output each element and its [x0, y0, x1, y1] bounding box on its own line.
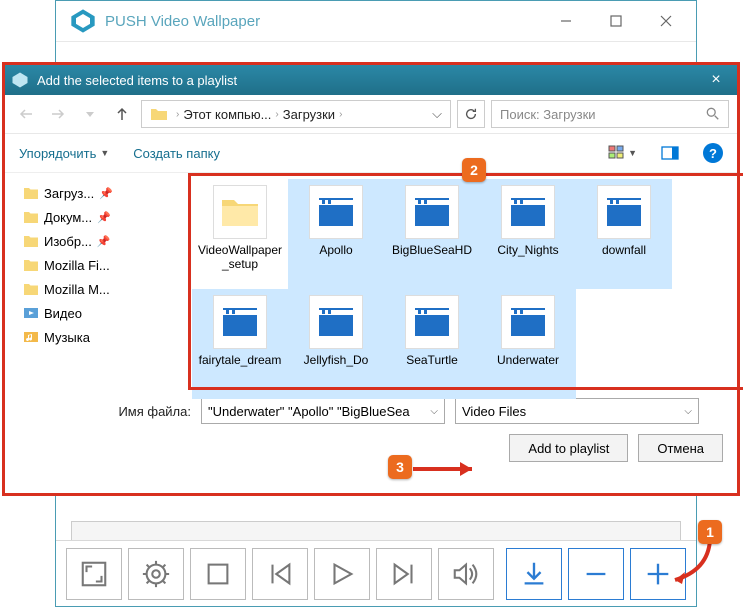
nav-item-downloads[interactable]: Загруз...📌 [23, 181, 158, 205]
pin-icon: 📌 [97, 235, 111, 248]
chevron-right-icon: › [339, 109, 342, 120]
parent-titlebar: PUSH Video Wallpaper [56, 1, 696, 42]
chevron-down-icon: ⌵ [684, 406, 692, 417]
file-type-filter[interactable]: Video Files⌵ [455, 398, 699, 424]
file-item-seaturtle[interactable]: SeaTurtle [384, 289, 480, 399]
settings-button[interactable] [128, 548, 184, 600]
refresh-button[interactable] [457, 100, 485, 128]
nav-item-mozilla-2[interactable]: Mozilla M... [23, 277, 158, 301]
search-input[interactable]: Поиск: Загрузки [491, 100, 729, 128]
cancel-button[interactable]: Отмена [638, 434, 723, 462]
dialog-titlebar: Add the selected items to a playlist × [5, 65, 737, 95]
help-button[interactable]: ? [703, 143, 723, 163]
nav-item-music[interactable]: Музыка [23, 325, 158, 349]
file-item-fairytale[interactable]: fairytale_dream [192, 289, 288, 399]
close-button[interactable] [641, 1, 691, 41]
app-logo-icon [69, 7, 97, 35]
annotation-badge-3: 3 [388, 455, 412, 479]
file-item-bigblue[interactable]: BigBlueSeaHD [384, 179, 480, 289]
annotation-badge-1: 1 [698, 520, 722, 544]
play-button[interactable] [314, 548, 370, 600]
stop-button[interactable] [190, 548, 246, 600]
fullscreen-button[interactable] [66, 548, 122, 600]
breadcrumb-item[interactable]: Загрузки [283, 107, 335, 122]
up-button[interactable] [109, 101, 135, 127]
previous-button[interactable] [252, 548, 308, 600]
chevron-down-icon[interactable]: ⌵ [432, 106, 442, 122]
dialog-content: Загруз...📌 Докум...📌 Изобр...📌 Mozilla F… [5, 173, 737, 388]
volume-button[interactable] [438, 548, 494, 600]
nav-item-mozilla-1[interactable]: Mozilla Fi... [23, 253, 158, 277]
file-item-downfall[interactable]: downfall [576, 179, 672, 289]
dialog-logo-icon [11, 71, 29, 89]
pin-icon: 📌 [97, 211, 111, 224]
chevron-right-icon: › [176, 109, 179, 120]
back-button[interactable] [13, 101, 39, 127]
file-item-city[interactable]: City_Nights [480, 179, 576, 289]
recent-button[interactable] [77, 101, 103, 127]
file-item-underwater[interactable]: Underwater [480, 289, 576, 399]
annotation-badge-2: 2 [462, 158, 486, 182]
new-folder-button[interactable]: Создать папку [133, 146, 220, 161]
dialog-footer: Имя файла: "Underwater" "Apollo" "BigBlu… [5, 388, 737, 482]
minimize-button[interactable] [541, 1, 591, 41]
maximize-button[interactable] [591, 1, 641, 41]
breadcrumb-item[interactable]: Этот компью... [183, 107, 271, 122]
file-pane[interactable]: VideoWallpaper_setup Apollo BigBlueSeaHD… [164, 173, 737, 388]
organize-button[interactable]: Упорядочить▼ [19, 146, 109, 161]
file-dialog: Add the selected items to a playlist × ›… [2, 62, 740, 496]
file-item-jellyfish[interactable]: Jellyfish_Do [288, 289, 384, 399]
nav-item-video[interactable]: Видео [23, 301, 158, 325]
toolbar-row: Упорядочить▼ Создать папку ▼ ? [5, 134, 737, 173]
add-button[interactable] [630, 548, 686, 600]
download-button[interactable] [506, 548, 562, 600]
folder-icon [150, 105, 168, 123]
filename-input[interactable]: "Underwater" "Apollo" "BigBlueSea⌵ [201, 398, 445, 424]
dialog-title: Add the selected items to a playlist [37, 73, 701, 88]
file-item-apollo[interactable]: Apollo [288, 179, 384, 289]
chevron-right-icon: › [275, 109, 278, 120]
next-button[interactable] [376, 548, 432, 600]
breadcrumb[interactable]: › Этот компью... › Загрузки › ⌵ [141, 100, 451, 128]
nav-row: › Этот компью... › Загрузки › ⌵ Поиск: З… [5, 95, 737, 134]
pin-icon: 📌 [99, 187, 113, 200]
file-item-setup[interactable]: VideoWallpaper_setup [192, 179, 288, 289]
preview-pane-button[interactable] [661, 146, 679, 160]
search-placeholder: Поиск: Загрузки [500, 107, 706, 122]
remove-button[interactable] [568, 548, 624, 600]
chevron-down-icon: ⌵ [430, 406, 438, 417]
add-to-playlist-button[interactable]: Add to playlist [509, 434, 628, 462]
search-icon [706, 107, 720, 121]
horizontal-scrollbar[interactable] [71, 521, 681, 541]
view-mode-button[interactable]: ▼ [608, 145, 637, 161]
dialog-close-button[interactable]: × [701, 71, 731, 89]
filename-label: Имя файла: [19, 404, 191, 419]
nav-item-documents[interactable]: Докум...📌 [23, 205, 158, 229]
parent-window-title: PUSH Video Wallpaper [105, 13, 541, 30]
nav-item-pictures[interactable]: Изобр...📌 [23, 229, 158, 253]
nav-pane: Загруз...📌 Докум...📌 Изобр...📌 Mozilla F… [5, 173, 164, 388]
forward-button[interactable] [45, 101, 71, 127]
player-toolbar [56, 540, 696, 606]
